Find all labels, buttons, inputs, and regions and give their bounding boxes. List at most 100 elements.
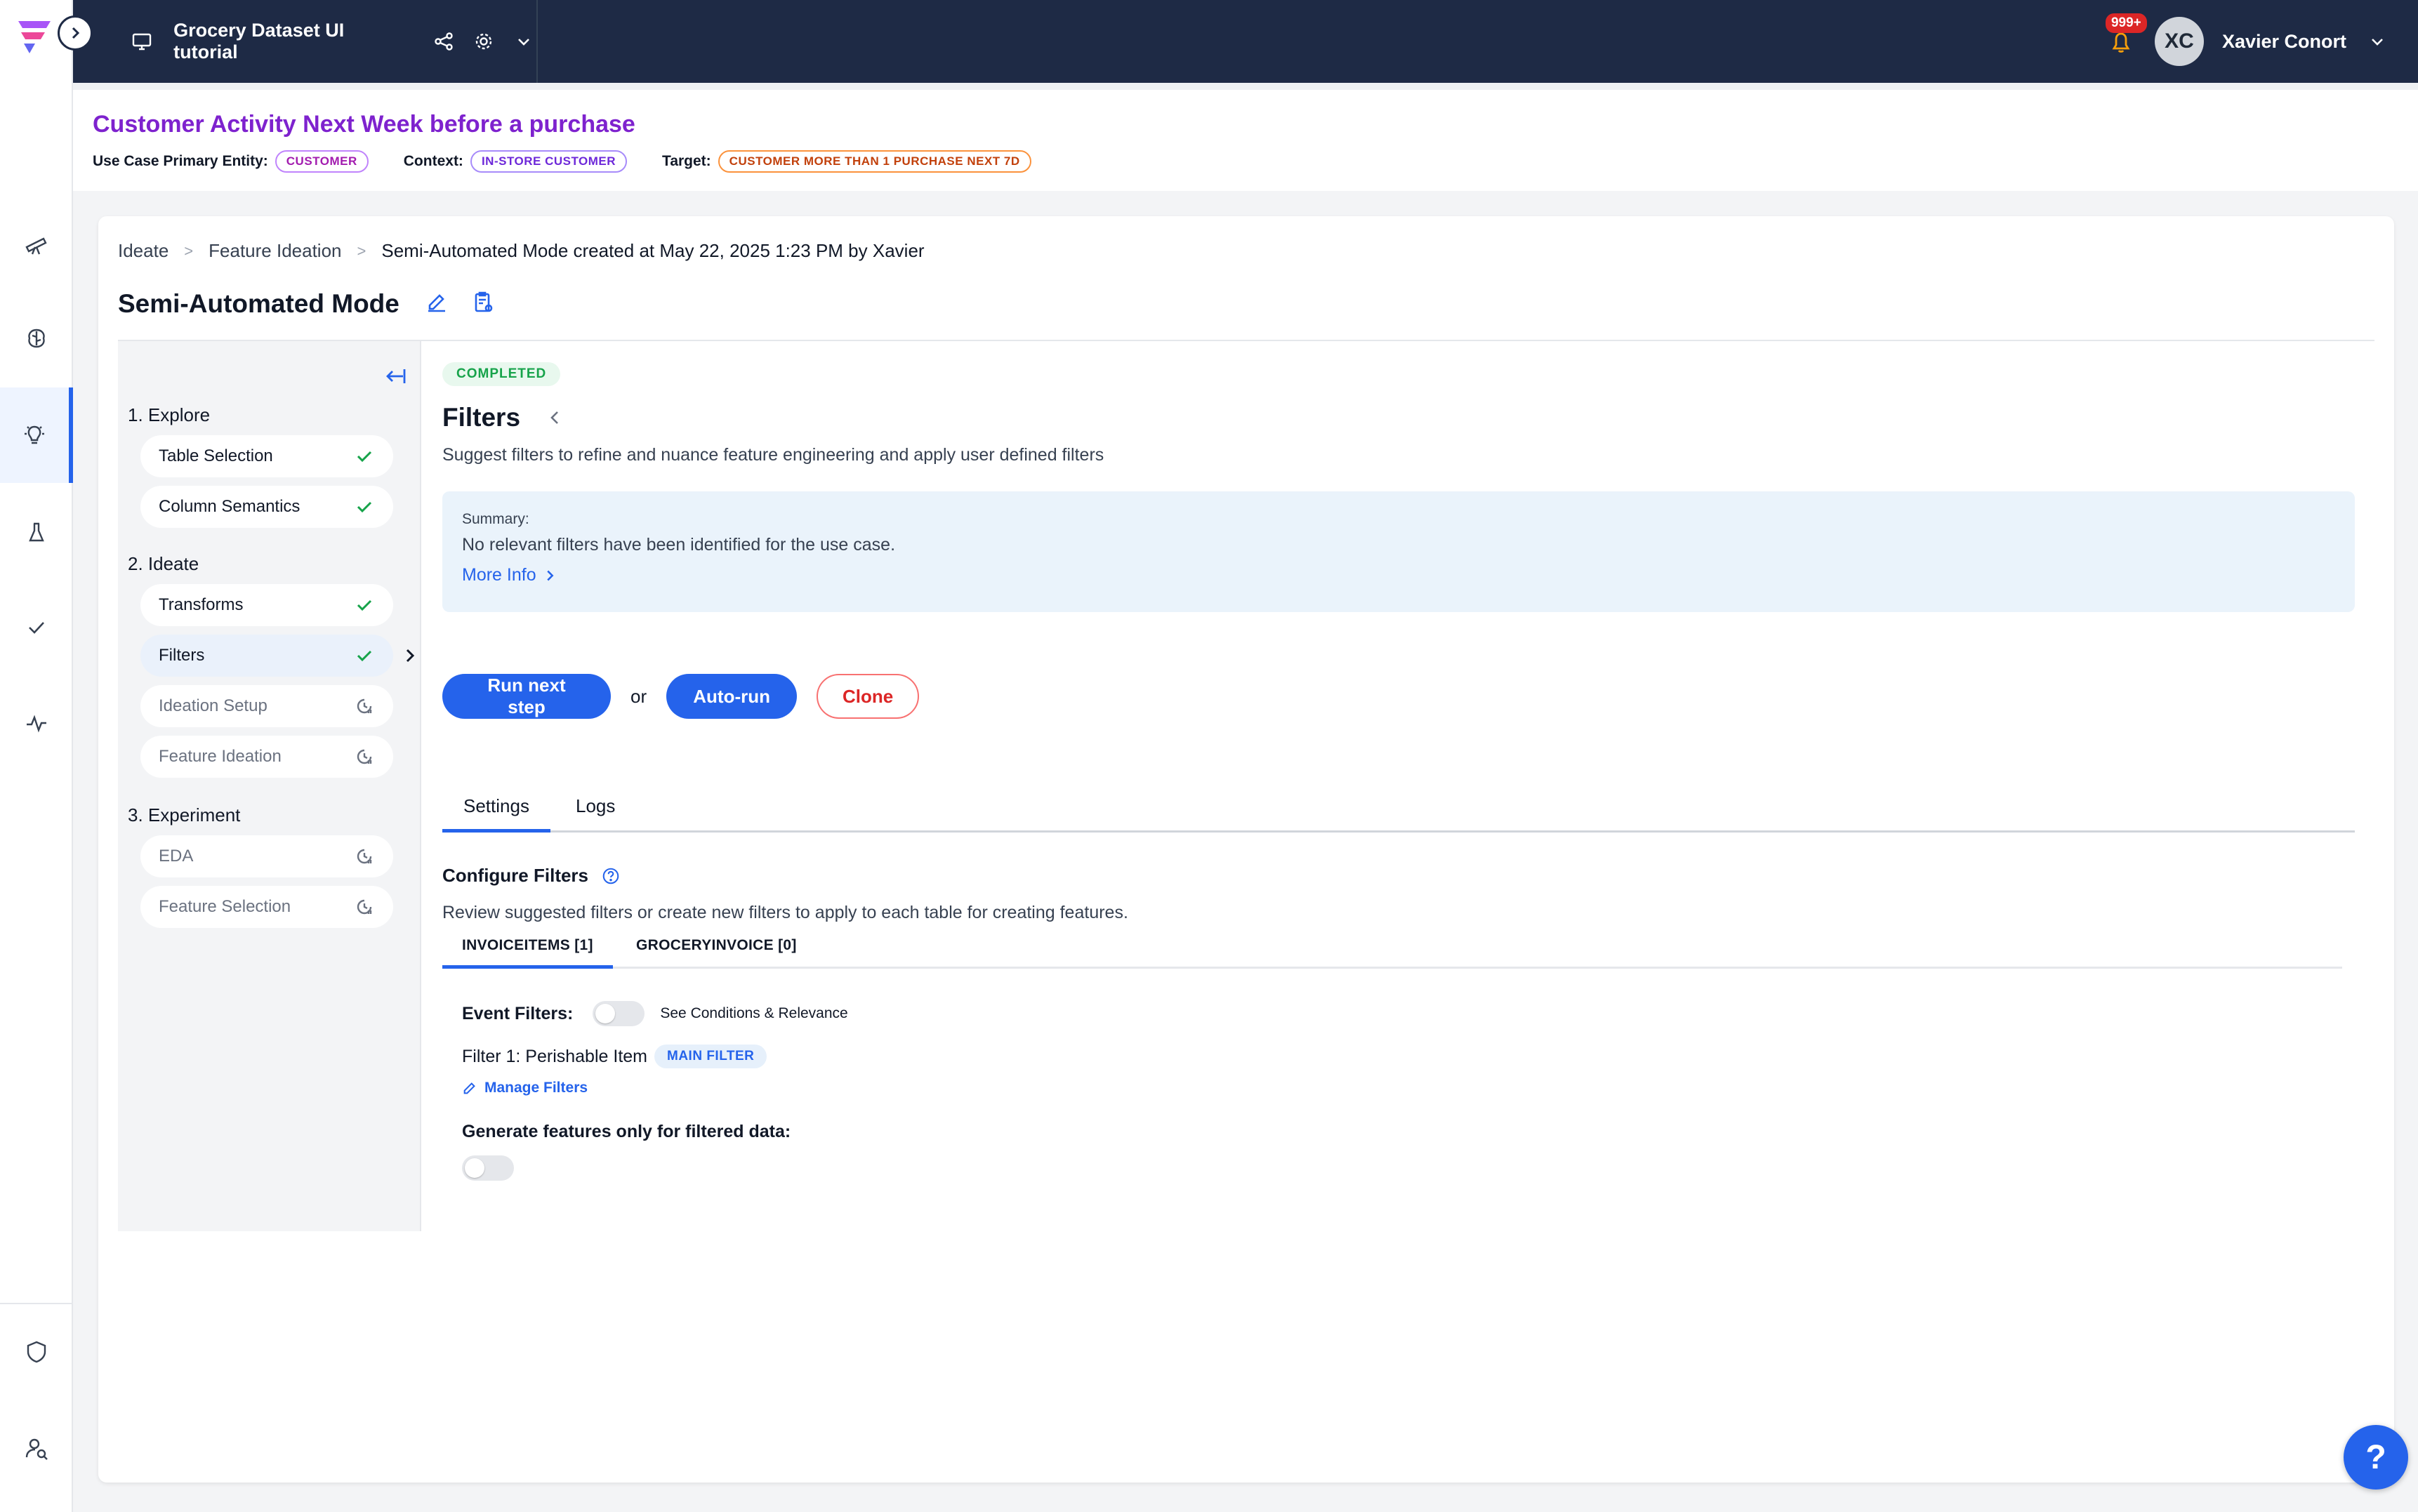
share-icon[interactable]: [432, 29, 456, 54]
edit-icon[interactable]: [424, 289, 454, 319]
rail-brain-icon[interactable]: [0, 291, 73, 386]
chevron-left-icon[interactable]: [545, 407, 566, 428]
step-label: EDA: [159, 847, 194, 866]
use-case-meta: Use Case Primary Entity: CUSTOMER Contex…: [93, 150, 1031, 173]
steps-panel: 1. Explore Table Selection Column Semant…: [118, 341, 421, 1231]
more-info-link[interactable]: More Info: [462, 565, 2335, 585]
gear-icon[interactable]: [472, 29, 496, 54]
step-table-selection[interactable]: Table Selection: [140, 435, 393, 477]
breadcrumb: Ideate > Feature Ideation > Semi-Automat…: [118, 240, 925, 262]
rail-telescope-icon[interactable]: [0, 197, 73, 292]
manage-filters-label: Manage Filters: [484, 1080, 588, 1096]
page-title: Semi-Automated Mode: [118, 289, 399, 318]
step-label: Feature Ideation: [159, 747, 282, 766]
auto-run-button[interactable]: Auto-run: [666, 674, 798, 719]
rail-check-icon[interactable]: [0, 580, 73, 675]
step-transforms[interactable]: Transforms: [140, 584, 393, 626]
top-bar: Grocery Dataset UI tutorial 999+ XC Xavi…: [73, 0, 2418, 83]
help-circle-icon[interactable]: [601, 866, 621, 886]
see-conditions-label: See Conditions & Relevance: [660, 1005, 848, 1021]
user-name[interactable]: Xavier Conort: [2222, 31, 2346, 53]
manage-filters-link[interactable]: Manage Filters: [462, 1080, 588, 1096]
clipboard-settings-icon[interactable]: [470, 289, 500, 319]
step-ideation-setup[interactable]: Ideation Setup: [140, 685, 393, 727]
event-filters-row: Event Filters: See Conditions & Relevanc…: [462, 1001, 848, 1026]
chevron-right-icon: [546, 570, 554, 581]
primary-entity-chip[interactable]: CUSTOMER: [275, 150, 369, 173]
table-tabs: INVOICEITEMS [1] GROCERYINVOICE [0]: [442, 929, 2342, 969]
filter-row: Filter 1: Perishable Item MAIN FILTER: [462, 1045, 767, 1068]
summary-text: No relevant filters have been identified…: [462, 535, 896, 555]
monitor-icon: [129, 29, 154, 54]
pencil-icon: [463, 1082, 475, 1094]
check-icon: [357, 650, 372, 662]
check-icon: [357, 451, 372, 463]
notification-badge: 999+: [2105, 13, 2147, 33]
configure-filters-subtitle: Review suggested filters or create new f…: [442, 903, 1128, 922]
step-group-experiment: 3. Experiment: [128, 804, 241, 825]
summary-box: Summary: No relevant filters have been i…: [442, 491, 2355, 612]
notifications-button[interactable]: 999+: [2105, 13, 2147, 57]
help-button[interactable]: ?: [2344, 1425, 2408, 1490]
summary-label: Summary:: [462, 511, 529, 527]
step-eda[interactable]: EDA: [140, 835, 393, 877]
tab-settings[interactable]: Settings: [442, 788, 550, 833]
tab-invoiceitems[interactable]: INVOICEITEMS [1]: [442, 929, 613, 969]
rail-flask-icon[interactable]: [0, 484, 73, 580]
step-label: Ideation Setup: [159, 696, 267, 715]
target-chip[interactable]: CUSTOMER MORE THAN 1 PURCHASE NEXT 7D: [718, 150, 1031, 173]
filter-name: Filter 1: Perishable Item: [462, 1046, 647, 1066]
chevron-down-icon[interactable]: [512, 29, 536, 54]
event-filters-label: Event Filters:: [462, 1003, 574, 1023]
step-group-explore: 1. Explore: [128, 404, 211, 425]
step-label: Table Selection: [159, 446, 273, 465]
tab-logs[interactable]: Logs: [555, 788, 636, 833]
main-filter-badge: MAIN FILTER: [654, 1045, 767, 1068]
user-menu[interactable]: 999+ XC Xavier Conort: [2105, 0, 2390, 83]
step-label: Feature Selection: [159, 897, 291, 916]
step-feature-ideation[interactable]: Feature Ideation: [140, 736, 393, 778]
breadcrumb-separator: >: [184, 241, 194, 260]
rail-shield-icon[interactable]: [0, 1304, 73, 1400]
chevron-right-icon: [72, 27, 80, 39]
generate-filtered-toggle[interactable]: [462, 1155, 514, 1181]
chevron-right-icon: [406, 649, 415, 663]
rail-user-search-icon[interactable]: [0, 1401, 73, 1497]
rail-activity-icon[interactable]: [0, 675, 73, 771]
clone-button[interactable]: Clone: [817, 674, 920, 719]
clock-pending-icon: [357, 698, 372, 714]
use-case-title[interactable]: Customer Activity Next Week before a pur…: [93, 111, 635, 138]
rail-lightbulb-icon[interactable]: [0, 387, 73, 483]
title-divider: [118, 340, 2374, 341]
step-label: Filters: [159, 646, 205, 665]
content-tabs: Settings Logs: [442, 788, 2355, 833]
status-badge: COMPLETED: [442, 362, 561, 386]
chevron-down-icon[interactable]: [2365, 29, 2390, 54]
step-group-ideate: 2. Ideate: [128, 553, 199, 574]
context-chip[interactable]: IN-STORE CUSTOMER: [470, 150, 628, 173]
section-subtitle: Suggest filters to refine and nuance fea…: [442, 445, 1104, 465]
target-label: Target:: [662, 153, 711, 169]
avatar[interactable]: XC: [2154, 17, 2204, 66]
clock-pending-icon: [357, 849, 372, 864]
step-label: Transforms: [159, 595, 244, 614]
project-selector[interactable]: Grocery Dataset UI tutorial: [73, 0, 538, 83]
run-next-step-button[interactable]: Run next step: [442, 674, 611, 719]
step-column-semantics[interactable]: Column Semantics: [140, 486, 393, 528]
step-feature-selection[interactable]: Feature Selection: [140, 886, 393, 928]
tab-groceryinvoice[interactable]: GROCERYINVOICE [0]: [616, 929, 817, 969]
clock-pending-icon: [357, 749, 372, 764]
or-text: or: [630, 685, 647, 707]
breadcrumb-item-feature-ideation[interactable]: Feature Ideation: [209, 240, 341, 262]
section-title: Filters: [442, 403, 521, 432]
configure-filters-label: Configure Filters: [442, 865, 589, 886]
see-conditions-toggle[interactable]: [593, 1001, 645, 1026]
expand-rail-button[interactable]: [58, 15, 93, 51]
check-icon: [357, 501, 372, 513]
breadcrumb-item-ideate[interactable]: Ideate: [118, 240, 169, 262]
step-filters[interactable]: Filters: [140, 635, 393, 677]
more-info-label: More Info: [462, 565, 536, 585]
app-logo-icon[interactable]: [14, 15, 55, 56]
collapse-panel-icon[interactable]: [381, 362, 409, 390]
configure-filters-title: Configure Filters: [442, 865, 621, 887]
